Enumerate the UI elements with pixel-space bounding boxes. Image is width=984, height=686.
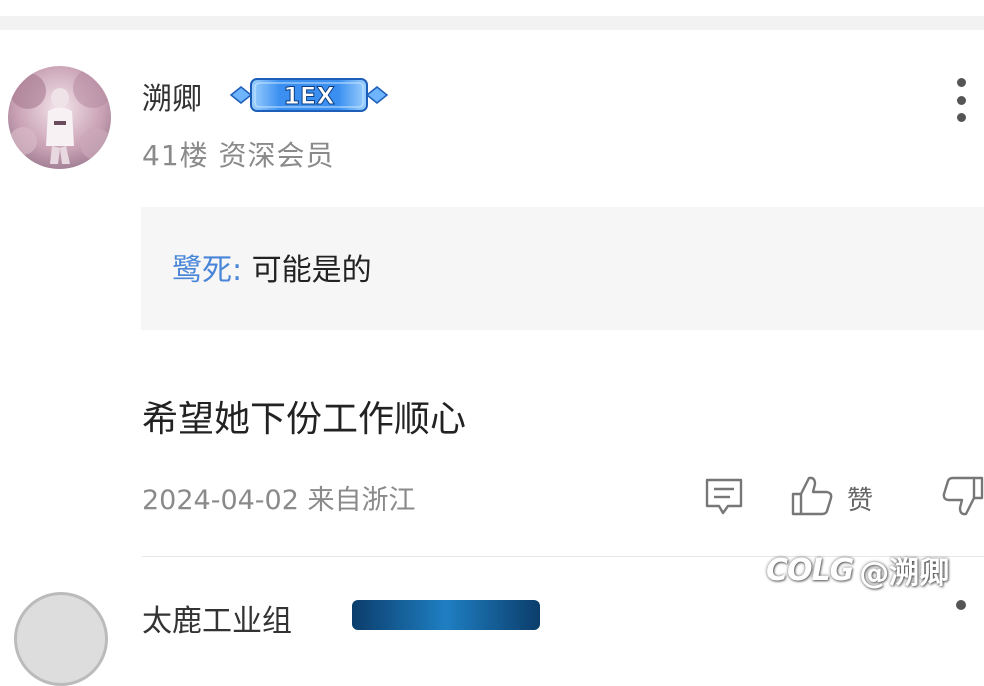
like-label[interactable]: 赞 — [847, 480, 873, 517]
watermark-handle: @溯卿 — [859, 556, 950, 591]
floor-member-meta: 41楼 资深会员 — [142, 139, 335, 172]
quote-author[interactable]: 鹭死: — [172, 253, 242, 288]
more-options-icon[interactable] — [946, 78, 976, 122]
watermark: COLG @溯卿 — [766, 548, 949, 592]
watermark-logo: COLG — [766, 552, 854, 588]
thumbs-up-icon[interactable] — [789, 474, 835, 518]
level-badge: 1EX — [229, 74, 389, 116]
thumbs-down-icon[interactable] — [940, 474, 984, 518]
next-username[interactable]: 太鹿工业组 — [142, 596, 292, 640]
post-content: 希望她下份工作顺心 — [142, 399, 467, 440]
quote-line: 鹭死: 可能是的 — [172, 245, 372, 289]
post-date-location: 2024-04-02 来自浙江 — [142, 485, 416, 516]
avatar-image — [8, 66, 111, 169]
top-bar — [0, 0, 984, 16]
user-avatar[interactable] — [8, 66, 111, 169]
badge-text: 1EX — [283, 82, 335, 110]
next-user-avatar[interactable] — [14, 592, 108, 686]
section-separator — [0, 16, 984, 30]
next-more-options-icon[interactable] — [956, 600, 966, 610]
quoted-reply[interactable]: 鹭死: 可能是的 — [141, 207, 984, 330]
quote-text: 可能是的 — [242, 253, 372, 288]
comment-icon[interactable] — [702, 475, 746, 519]
username[interactable]: 溯卿 — [142, 74, 202, 118]
next-level-badge — [352, 600, 540, 630]
